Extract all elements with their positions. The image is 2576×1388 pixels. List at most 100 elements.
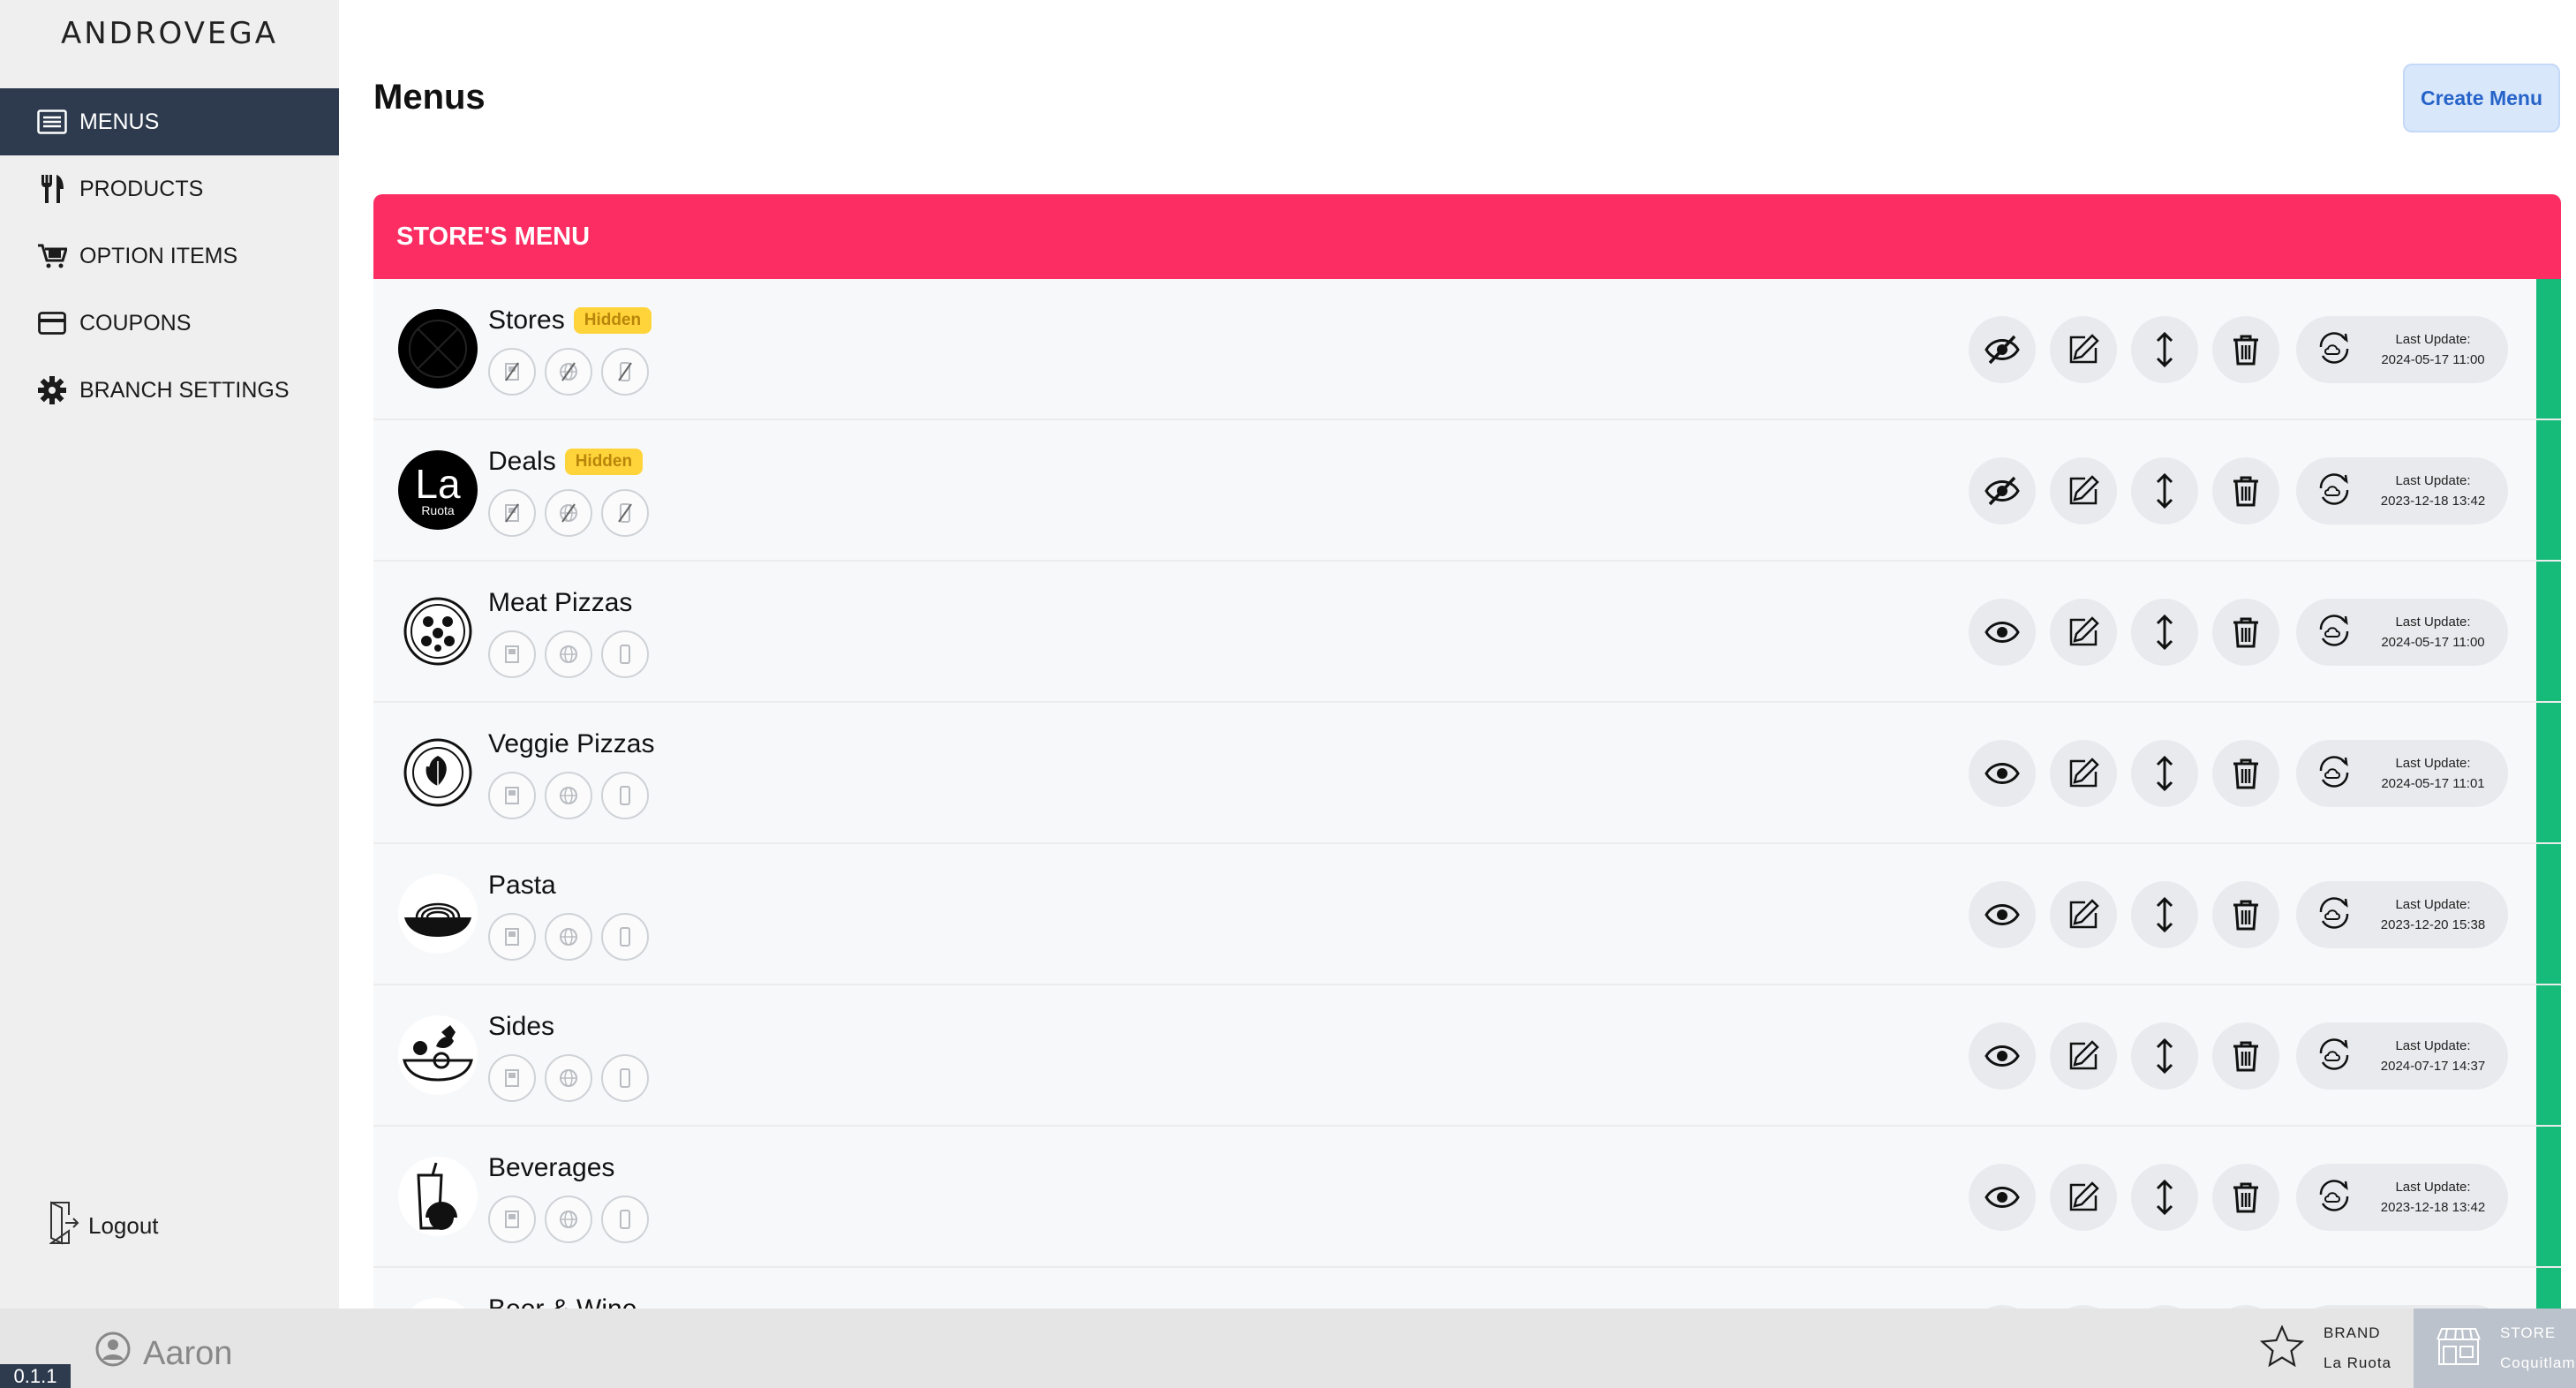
list-icon bbox=[35, 105, 69, 139]
kiosk-icon[interactable] bbox=[488, 772, 536, 819]
trash-icon[interactable] bbox=[2212, 457, 2279, 524]
last-update-label: Last Update: bbox=[2395, 1038, 2471, 1053]
user-avatar-icon bbox=[95, 1331, 131, 1376]
hidden-badge: Hidden bbox=[573, 307, 652, 334]
edit-icon[interactable] bbox=[2050, 457, 2117, 524]
menu-name: Meat Pizzas bbox=[488, 588, 633, 617]
last-update-sync[interactable]: Last Update: 2024-07-17 14:37 bbox=[2296, 1022, 2508, 1090]
eye-icon[interactable] bbox=[1969, 740, 2036, 807]
reorder-icon[interactable] bbox=[2131, 881, 2198, 948]
create-menu-button[interactable]: Create Menu bbox=[2403, 64, 2560, 132]
kiosk-icon[interactable] bbox=[488, 489, 536, 537]
mobile-icon[interactable] bbox=[601, 772, 649, 819]
eye-icon[interactable] bbox=[1969, 1164, 2036, 1231]
edit-icon[interactable] bbox=[2050, 881, 2117, 948]
sync-icon bbox=[2316, 1036, 2353, 1077]
menu-name-row: Deals Hidden bbox=[488, 447, 644, 477]
edit-icon[interactable] bbox=[2050, 1164, 2117, 1231]
status-accent-bar bbox=[2536, 1127, 2561, 1266]
eye-off-icon[interactable] bbox=[1969, 316, 2036, 383]
kiosk-icon[interactable] bbox=[488, 913, 536, 961]
last-update-sync[interactable]: Last Update: 2024-05-17 11:00 bbox=[2296, 316, 2508, 383]
kiosk-icon[interactable] bbox=[488, 348, 536, 396]
trash-icon[interactable] bbox=[2212, 599, 2279, 666]
menu-name: Beer & Wine bbox=[488, 1294, 636, 1309]
sync-icon bbox=[2316, 1177, 2353, 1218]
web-icon[interactable] bbox=[545, 489, 592, 537]
thumb-logo-text: La bbox=[415, 461, 461, 507]
reorder-icon[interactable] bbox=[2131, 599, 2198, 666]
status-accent-bar bbox=[2536, 844, 2561, 984]
last-update-sync[interactable]: Last Update: 2023-12-18 13:42 bbox=[2296, 457, 2508, 524]
last-update-sync[interactable]: Last Update: 2024-05-17 11:01 bbox=[2296, 740, 2508, 807]
last-update-time: 2024-05-17 11:00 bbox=[2381, 352, 2485, 367]
reorder-icon[interactable] bbox=[2131, 316, 2198, 383]
eye-icon[interactable] bbox=[1969, 599, 2036, 666]
meat-pizza-icon bbox=[397, 591, 478, 672]
last-update-sync[interactable]: Last Update: 2023-12-18 13:42 bbox=[2296, 1164, 2508, 1231]
mobile-icon[interactable] bbox=[601, 489, 649, 537]
brand-selector[interactable]: BRAND La Ruota bbox=[2259, 1309, 2391, 1388]
trash-icon[interactable] bbox=[2212, 316, 2279, 383]
sidebar-item-option-items[interactable]: OPTION ITEMS bbox=[0, 223, 339, 290]
sidebar-item-products[interactable]: PRODUCTS bbox=[0, 155, 339, 223]
version-badge: 0.1.1 bbox=[0, 1364, 71, 1388]
mobile-icon[interactable] bbox=[601, 913, 649, 961]
web-icon[interactable] bbox=[545, 913, 592, 961]
trash-icon[interactable] bbox=[2212, 1022, 2279, 1090]
edit-icon[interactable] bbox=[2050, 599, 2117, 666]
logout-button[interactable]: Logout bbox=[48, 1201, 159, 1251]
mobile-icon[interactable] bbox=[601, 1054, 649, 1102]
web-icon[interactable] bbox=[545, 1196, 592, 1243]
kiosk-icon[interactable] bbox=[488, 1054, 536, 1102]
menu-name: Pasta bbox=[488, 871, 556, 900]
menu-name: Beverages bbox=[488, 1153, 615, 1182]
web-icon[interactable] bbox=[545, 630, 592, 678]
reorder-icon[interactable] bbox=[2131, 740, 2198, 807]
trash-icon[interactable] bbox=[2212, 740, 2279, 807]
reorder-icon[interactable] bbox=[2131, 1164, 2198, 1231]
row-actions bbox=[1969, 457, 2294, 524]
panel-header: STORE'S MENU bbox=[373, 194, 2561, 279]
edit-icon[interactable] bbox=[2050, 1022, 2117, 1090]
trash-icon[interactable] bbox=[2212, 881, 2279, 948]
sidebar-item-menus[interactable]: MENUS bbox=[0, 88, 339, 155]
mobile-icon[interactable] bbox=[601, 348, 649, 396]
mobile-icon[interactable] bbox=[601, 1196, 649, 1243]
menu-name: Deals bbox=[488, 447, 556, 476]
star-icon bbox=[2259, 1324, 2305, 1372]
status-accent-bar bbox=[2536, 1268, 2561, 1309]
eye-icon[interactable] bbox=[1969, 881, 2036, 948]
sidebar-item-coupons[interactable]: COUPONS bbox=[0, 290, 339, 357]
kiosk-icon[interactable] bbox=[488, 630, 536, 678]
reorder-icon[interactable] bbox=[2131, 457, 2198, 524]
edit-icon[interactable] bbox=[2050, 316, 2117, 383]
sync-icon bbox=[2316, 753, 2353, 795]
web-icon[interactable] bbox=[545, 1054, 592, 1102]
reorder-icon[interactable] bbox=[2131, 1022, 2198, 1090]
last-update-label: Last Update: bbox=[2395, 473, 2471, 488]
sidebar-item-branch-settings[interactable]: BRANCH SETTINGS bbox=[0, 357, 339, 424]
row-actions bbox=[1969, 740, 2294, 807]
menu-name: Stores bbox=[488, 306, 565, 335]
sync-icon bbox=[2316, 471, 2353, 512]
menu-name-row: Stores Hidden bbox=[488, 306, 652, 336]
kiosk-icon[interactable] bbox=[488, 1196, 536, 1243]
eye-icon[interactable] bbox=[1969, 1022, 2036, 1090]
web-icon[interactable] bbox=[545, 772, 592, 819]
eye-off-icon[interactable] bbox=[1969, 457, 2036, 524]
last-update-sync[interactable]: Last Update: 2024-05-17 11:00 bbox=[2296, 599, 2508, 666]
logout-label: Logout bbox=[88, 1212, 159, 1239]
menu-row: Sides Last Update: 2024-07-17 14:37 bbox=[373, 985, 2561, 1127]
trash-icon[interactable] bbox=[2212, 1164, 2279, 1231]
web-icon[interactable] bbox=[545, 348, 592, 396]
user-profile[interactable]: Aaron bbox=[95, 1331, 232, 1376]
sync-icon bbox=[2316, 329, 2353, 371]
mobile-icon[interactable] bbox=[601, 630, 649, 678]
sync-icon bbox=[2316, 894, 2353, 936]
status-accent-bar bbox=[2536, 703, 2561, 842]
last-update-sync[interactable]: Last Update: 2023-12-20 15:38 bbox=[2296, 881, 2508, 948]
store-selector[interactable]: STORE Coquitlam bbox=[2414, 1309, 2576, 1388]
menu-name-row: Sides bbox=[488, 1012, 554, 1042]
edit-icon[interactable] bbox=[2050, 740, 2117, 807]
